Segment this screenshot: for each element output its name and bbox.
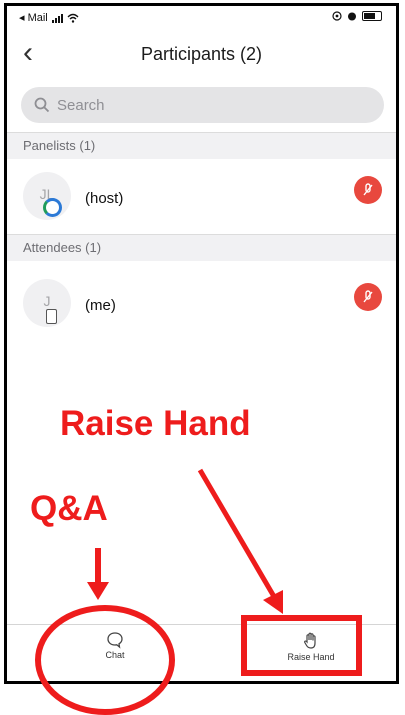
annotation-overlay	[35, 468, 362, 715]
raise-hand-arrow-shaft	[197, 468, 279, 602]
qa-arrow-head	[87, 582, 109, 600]
raise-hand-highlight-box	[241, 615, 362, 676]
chat-highlight-circle	[35, 605, 175, 715]
